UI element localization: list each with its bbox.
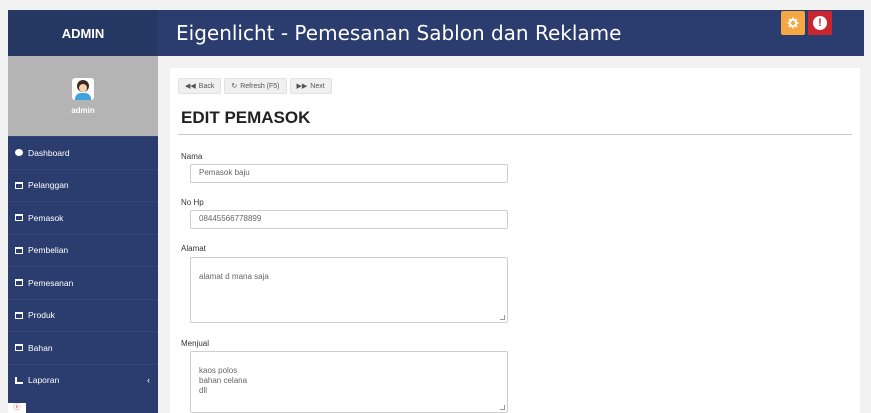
sidebar-item-label: Dashboard [28, 147, 70, 158]
brand-label[interactable]: ADMIN [8, 10, 158, 56]
alert-button[interactable]: ! [808, 11, 832, 35]
chart-icon [15, 376, 23, 384]
sidebar-item-label: Laporan [28, 375, 60, 386]
next-button[interactable]: ▶▶ Next [289, 78, 332, 94]
sidebar-item-pemasok[interactable]: Pemasok [8, 201, 158, 234]
dashboard-icon [15, 149, 23, 157]
nav-toolbar: ◀◀ Back ↻ Refresh (F5) ▶▶ Next [178, 78, 332, 94]
main-content: ◀◀ Back ↻ Refresh (F5) ▶▶ Next EDIT PEMA… [170, 68, 860, 413]
sidebar-item-label: Pembelian [28, 245, 69, 256]
sidebar-item-label: Pelanggan [28, 180, 69, 191]
forward-icon: ▶▶ [296, 83, 308, 90]
sidebar-item-label: Produk [28, 310, 55, 321]
table-icon [15, 311, 23, 319]
sidebar-menu: Dashboard Pelanggan Pemasok Pembelian Pe… [8, 136, 158, 396]
table-icon [15, 344, 23, 352]
menjual-textarea[interactable]: kaos polos bahan celana dll [190, 351, 508, 413]
sidebar-item-laporan[interactable]: Laporan ‹ [8, 363, 158, 397]
menjual-label: Menjual [181, 339, 210, 348]
back-button[interactable]: ◀◀ Back [178, 78, 222, 94]
sidebar: admin Dashboard Pelanggan Pemasok Pembel… [8, 56, 158, 413]
sidebar-item-label: Bahan [28, 342, 53, 353]
app-title: Eigenlicht - Pemesanan Sablon dan Reklam… [176, 21, 622, 45]
user-panel: admin [8, 56, 158, 136]
settings-button[interactable] [781, 11, 805, 35]
user-name: admin [71, 105, 95, 115]
nohp-label: No Hp [181, 198, 204, 207]
exclamation-icon: ! [813, 16, 827, 30]
sidebar-item-label: Pemasok [28, 212, 64, 223]
refresh-button[interactable]: ↻ Refresh (F5) [224, 78, 287, 94]
table-icon [15, 279, 23, 287]
table-icon [15, 214, 23, 222]
nama-label: Nama [181, 152, 203, 161]
sidebar-item-pembelian[interactable]: Pembelian [8, 233, 158, 267]
sidebar-item-pemesanan[interactable]: Pemesanan [8, 266, 158, 299]
alamat-label: Alamat [181, 244, 206, 253]
sidebar-item-label: Pemesanan [28, 277, 74, 288]
nohp-field[interactable]: 08445566778899 [190, 210, 508, 229]
page-title: EDIT PEMASOK [181, 108, 311, 127]
alamat-textarea[interactable]: alamat d mana saja [190, 257, 508, 323]
sidebar-item-bahan[interactable]: Bahan [8, 331, 158, 364]
sidebar-item-produk[interactable]: Produk [8, 298, 158, 332]
table-icon [15, 246, 23, 254]
sidebar-item-pelanggan[interactable]: Pelanggan [8, 168, 158, 202]
refresh-icon: ↻ [231, 83, 238, 90]
sidebar-item-dashboard[interactable]: Dashboard [8, 136, 158, 169]
nama-field[interactable]: Pemasok baju [190, 164, 508, 183]
avatar [72, 77, 94, 100]
resize-handle[interactable] [500, 405, 505, 410]
gear-icon [787, 17, 799, 29]
backward-icon: ◀◀ [185, 83, 196, 90]
footer-logo: ⓔ [8, 403, 26, 413]
title-divider [178, 134, 852, 135]
top-navbar: ADMIN Eigenlicht - Pemesanan Sablon dan … [8, 10, 864, 56]
resize-handle[interactable] [500, 315, 505, 320]
chevron-left-icon: ‹ [147, 375, 150, 386]
table-icon [15, 181, 23, 189]
